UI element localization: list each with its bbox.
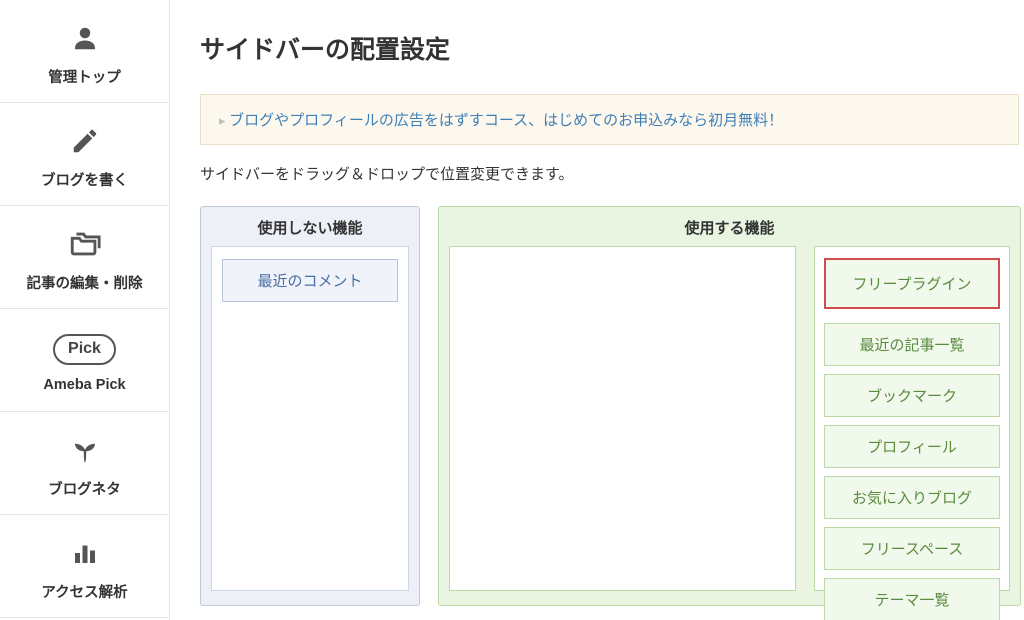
used-column-left	[449, 246, 796, 591]
panels-row: 使用しない機能 最近のコメント 使用する機能 フリープラグイン 最近の記事一覧 …	[200, 206, 1021, 606]
sidebar-item-label: 記事の編集・削除	[27, 272, 143, 293]
widget-free-plugin[interactable]: フリープラグイン	[824, 258, 1000, 309]
main-content: サイドバーの配置設定 ブログやプロフィールの広告をはずすコース、はじめてのお申込…	[170, 0, 1024, 620]
notice-link[interactable]: ブログやプロフィールの広告をはずすコース、はじめてのお申込みなら初月無料！	[219, 112, 783, 129]
sidebar-item-label: アクセス解析	[41, 581, 127, 602]
widget-recent-comments[interactable]: 最近のコメント	[222, 259, 398, 302]
sidebar-item-label: ブログを書く	[41, 169, 128, 190]
sidebar-item-blog-topic[interactable]: ブログネタ	[0, 412, 169, 515]
pick-icon: Pick	[53, 327, 116, 371]
sidebar-item-label: ブログネタ	[48, 478, 121, 499]
pencil-icon	[70, 119, 100, 163]
sprout-icon	[70, 428, 100, 472]
widget-bookmark[interactable]: ブックマーク	[824, 374, 1000, 417]
sidebar-item-edit-delete[interactable]: 記事の編集・削除	[0, 206, 169, 309]
widget-free-space[interactable]: フリースペース	[824, 527, 1000, 570]
page-title: サイドバーの配置設定	[200, 30, 1021, 66]
sidebar-item-ameba-pick[interactable]: Pick Ameba Pick	[0, 309, 169, 412]
sidebar-item-write-blog[interactable]: ブログを書く	[0, 103, 169, 206]
panel-used-body: フリープラグイン 最近の記事一覧 ブックマーク プロフィール お気に入りブログ …	[449, 246, 1010, 591]
sidebar-nav: 管理トップ ブログを書く 記事の編集・削除 Pick Ameba Pick ブロ…	[0, 0, 170, 620]
used-column-right: フリープラグイン 最近の記事一覧 ブックマーク プロフィール お気に入りブログ …	[814, 246, 1010, 591]
panel-unused-body: 最近のコメント	[211, 246, 409, 591]
panel-unused-title: 使用しない機能	[211, 207, 409, 246]
sidebar-item-analytics[interactable]: アクセス解析	[0, 515, 169, 618]
widget-favorite-blogs[interactable]: お気に入りブログ	[824, 476, 1000, 519]
panel-used-title: 使用する機能	[449, 207, 1010, 246]
page-description: サイドバーをドラッグ＆ドロップで位置変更できます。	[200, 163, 1021, 184]
person-icon	[70, 16, 100, 60]
bar-chart-icon	[70, 531, 100, 575]
widget-theme-list[interactable]: テーマ一覧	[824, 578, 1000, 620]
folders-icon	[68, 222, 102, 266]
sidebar-item-label: 管理トップ	[48, 66, 121, 87]
notice-banner: ブログやプロフィールの広告をはずすコース、はじめてのお申込みなら初月無料！	[200, 94, 1019, 145]
widget-recent-articles[interactable]: 最近の記事一覧	[824, 323, 1000, 366]
panel-unused: 使用しない機能 最近のコメント	[200, 206, 420, 606]
widget-profile[interactable]: プロフィール	[824, 425, 1000, 468]
panel-used: 使用する機能 フリープラグイン 最近の記事一覧 ブックマーク プロフィール お気…	[438, 206, 1021, 606]
sidebar-item-label: Ameba Pick	[43, 377, 125, 393]
sidebar-item-admin-top[interactable]: 管理トップ	[0, 0, 169, 103]
